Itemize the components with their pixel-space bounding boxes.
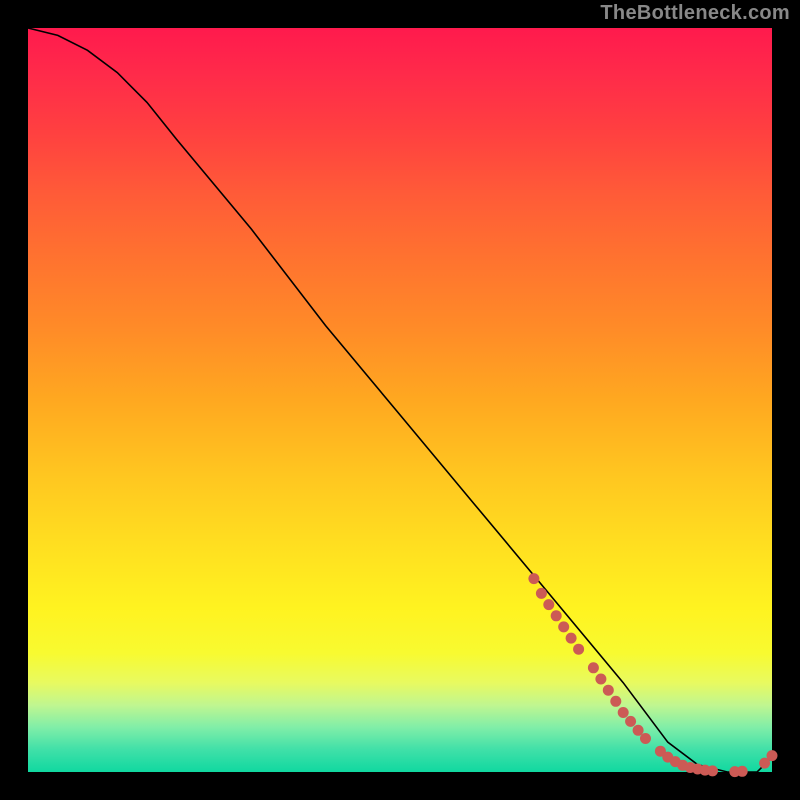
scatter-point xyxy=(767,750,778,761)
scatter-point xyxy=(618,707,629,718)
scatter-markers xyxy=(528,573,777,777)
scatter-point xyxy=(737,766,748,777)
scatter-point xyxy=(588,662,599,673)
scatter-point xyxy=(536,588,547,599)
scatter-point xyxy=(566,633,577,644)
scatter-point xyxy=(543,599,554,610)
attribution-label: TheBottleneck.com xyxy=(600,2,790,25)
scatter-point xyxy=(603,685,614,696)
scatter-point xyxy=(633,725,644,736)
scatter-point xyxy=(610,696,621,707)
data-curve xyxy=(28,28,772,772)
scatter-point xyxy=(595,674,606,685)
scatter-point xyxy=(528,573,539,584)
scatter-point xyxy=(558,621,569,632)
scatter-point xyxy=(573,644,584,655)
scatter-point xyxy=(551,610,562,621)
chart-overlay xyxy=(28,28,772,772)
scatter-point xyxy=(640,733,651,744)
chart-container: TheBottleneck.com xyxy=(0,0,800,800)
scatter-point xyxy=(707,765,718,776)
scatter-point xyxy=(625,716,636,727)
